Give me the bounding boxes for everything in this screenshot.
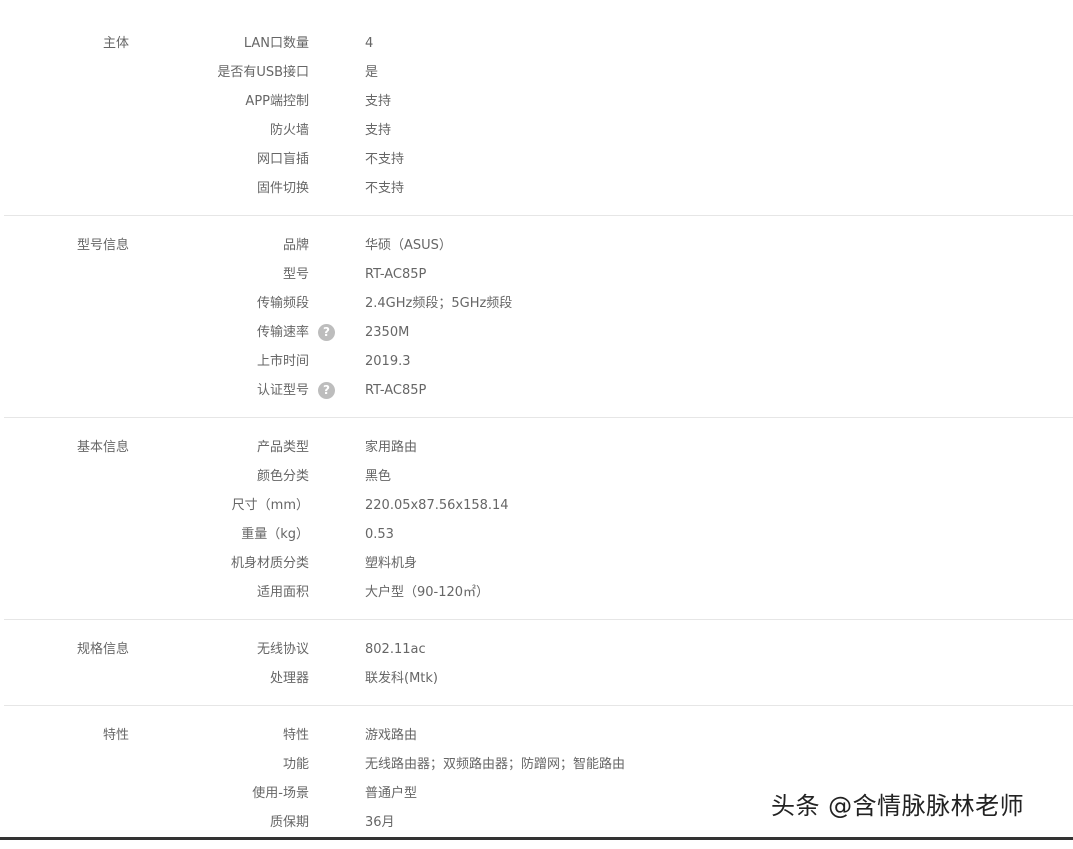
- spec-label: 无线协议: [154, 635, 309, 664]
- spec-row: 处理器 联发科(Mtk): [4, 664, 1073, 693]
- spec-row: 机身材质分类 塑料机身: [4, 549, 1073, 578]
- spec-row: 是否有USB接口 是: [4, 58, 1073, 87]
- spec-label: 传输速率: [154, 318, 309, 347]
- spec-label: APP端控制: [154, 87, 309, 116]
- spec-label: 功能: [154, 750, 309, 779]
- spec-row: 产品类型 家用路由: [4, 433, 1073, 462]
- spec-row: 认证型号? RT-AC85P: [4, 376, 1073, 405]
- spec-label: 颜色分类: [154, 462, 309, 491]
- spec-value: 是: [365, 58, 378, 87]
- spec-row: 特性 游戏路由: [4, 721, 1073, 750]
- spec-section: 特性特性游戏路由功能无线路由器；双频路由器；防蹭网；智能路由使用-场景普通户型质…: [4, 706, 1073, 849]
- spec-section: 规格信息无线协议802.11ac处理器联发科(Mtk): [4, 620, 1073, 706]
- spec-row: 功能 无线路由器；双频路由器；防蹭网；智能路由: [4, 750, 1073, 779]
- spec-row: 尺寸（mm） 220.05x87.56x158.14: [4, 491, 1073, 520]
- spec-label: 处理器: [154, 664, 309, 693]
- spec-value: 游戏路由: [365, 721, 417, 750]
- spec-label: 认证型号: [154, 376, 309, 405]
- spec-value: 0.53: [365, 520, 394, 549]
- spec-value: 支持: [365, 116, 391, 145]
- spec-label: 质保期: [154, 808, 309, 837]
- spec-table: 主体LAN口数量4是否有USB接口是APP端控制支持防火墙支持网口盲插不支持固件…: [4, 14, 1073, 849]
- spec-label: 品牌: [154, 231, 309, 260]
- spec-value: 华硕（ASUS）: [365, 231, 452, 260]
- spec-label: 使用-场景: [154, 779, 309, 808]
- spec-value: 支持: [365, 87, 391, 116]
- spec-label: 产品类型: [154, 433, 309, 462]
- question-circle-icon[interactable]: ?: [318, 324, 335, 341]
- spec-row: 传输速率? 2350M: [4, 318, 1073, 347]
- spec-value: 联发科(Mtk): [365, 664, 438, 693]
- spec-value: 无线路由器；双频路由器；防蹭网；智能路由: [365, 750, 625, 779]
- spec-value: 普通户型: [365, 779, 417, 808]
- watermark: 头条 @含情脉脉林老师: [771, 786, 1024, 821]
- spec-row: 上市时间 2019.3: [4, 347, 1073, 376]
- spec-section: 基本信息产品类型家用路由颜色分类黑色尺寸（mm）220.05x87.56x158…: [4, 418, 1073, 620]
- spec-label: 传输频段: [154, 289, 309, 318]
- spec-row: 无线协议 802.11ac: [4, 635, 1073, 664]
- spec-value: RT-AC85P: [365, 260, 426, 289]
- spec-label: 特性: [154, 721, 309, 750]
- spec-row: 固件切换 不支持: [4, 174, 1073, 203]
- spec-row: 适用面积 大户型（90-120㎡）: [4, 578, 1073, 607]
- spec-label: 重量（kg）: [154, 520, 309, 549]
- spec-value: 2350M: [365, 318, 409, 347]
- spec-row: 传输频段 2.4GHz频段；5GHz频段: [4, 289, 1073, 318]
- spec-value: 不支持: [365, 174, 404, 203]
- spec-label: 固件切换: [154, 174, 309, 203]
- spec-label: 是否有USB接口: [154, 58, 309, 87]
- spec-value: 不支持: [365, 145, 404, 174]
- spec-label: 网口盲插: [154, 145, 309, 174]
- spec-row: APP端控制 支持: [4, 87, 1073, 116]
- spec-label: 防火墙: [154, 116, 309, 145]
- spec-value: 802.11ac: [365, 635, 426, 664]
- spec-row: 防火墙 支持: [4, 116, 1073, 145]
- spec-row: LAN口数量 4: [4, 29, 1073, 58]
- spec-value: 2.4GHz频段；5GHz频段: [365, 289, 512, 318]
- question-circle-icon[interactable]: ?: [318, 382, 335, 399]
- spec-value: 2019.3: [365, 347, 411, 376]
- spec-value: 黑色: [365, 462, 391, 491]
- spec-section: 型号信息品牌华硕（ASUS）型号RT-AC85P传输频段2.4GHz频段；5GH…: [4, 216, 1073, 418]
- spec-row: 重量（kg） 0.53: [4, 520, 1073, 549]
- spec-label: 适用面积: [154, 578, 309, 607]
- spec-value: 塑料机身: [365, 549, 417, 578]
- spec-section: 主体LAN口数量4是否有USB接口是APP端控制支持防火墙支持网口盲插不支持固件…: [4, 14, 1073, 216]
- spec-row: 颜色分类 黑色: [4, 462, 1073, 491]
- spec-label: 上市时间: [154, 347, 309, 376]
- spec-value: 家用路由: [365, 433, 417, 462]
- spec-row: 网口盲插 不支持: [4, 145, 1073, 174]
- spec-value: 220.05x87.56x158.14: [365, 491, 509, 520]
- spec-label: LAN口数量: [154, 29, 309, 58]
- spec-label: 尺寸（mm）: [154, 491, 309, 520]
- spec-row: 型号 RT-AC85P: [4, 260, 1073, 289]
- spec-value: 4: [365, 29, 373, 58]
- spec-value: RT-AC85P: [365, 376, 426, 405]
- spec-label: 型号: [154, 260, 309, 289]
- spec-value: 36月: [365, 808, 395, 837]
- spec-label: 机身材质分类: [154, 549, 309, 578]
- spec-row: 品牌 华硕（ASUS）: [4, 231, 1073, 260]
- spec-value: 大户型（90-120㎡）: [365, 578, 489, 607]
